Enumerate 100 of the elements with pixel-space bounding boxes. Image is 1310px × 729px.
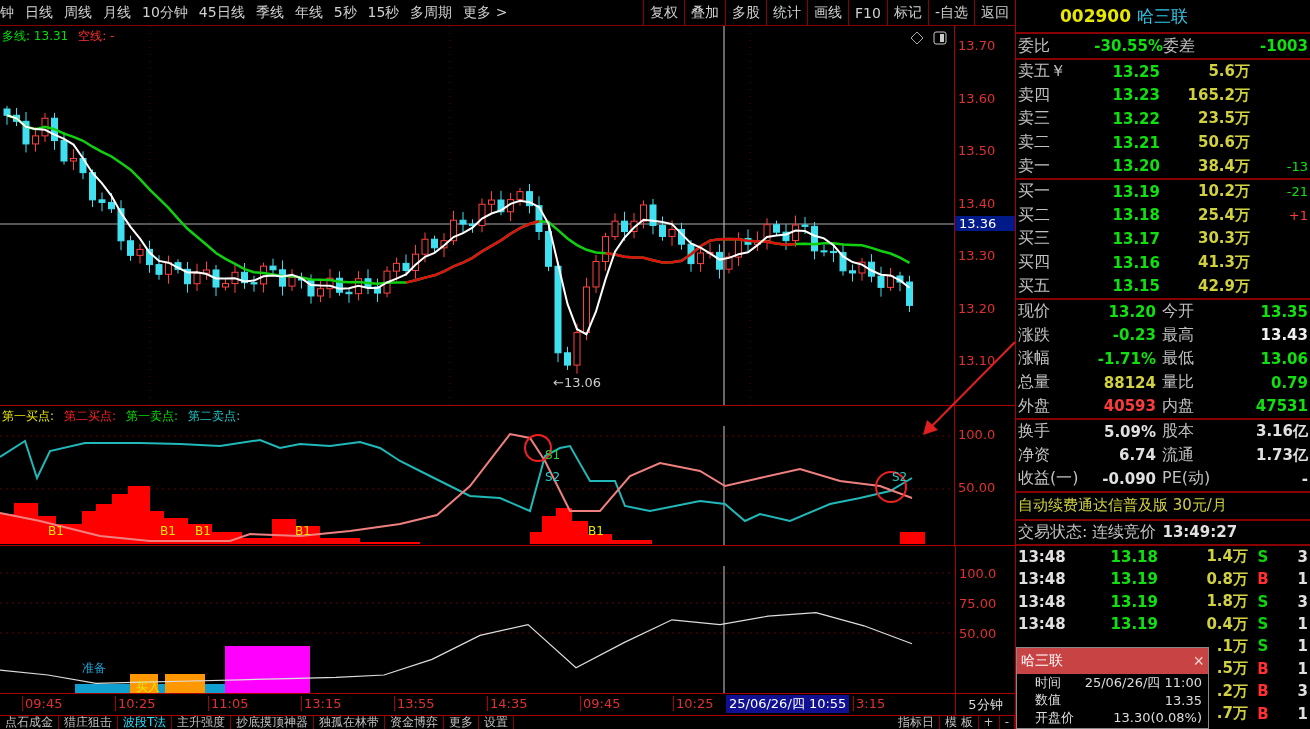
trade-side: B [1256,682,1270,701]
cursor-time: 25/06/26/四 10:55 [726,695,850,713]
legend-item: 第二卖点: [188,408,241,425]
trade-side: B [1256,570,1270,589]
legend-item: 多线: 13.31 [2,28,69,45]
trade-side: S [1256,547,1270,566]
field-label: 外盘 [1018,395,1051,417]
trade-volume: .2万 [1216,681,1248,700]
order-level: 买四 [1018,252,1051,274]
field-label: 流通 [1162,444,1195,466]
order-price: 13.15 [1111,277,1160,296]
field-value: -1003 [1259,37,1308,55]
tooltip-title: 哈三联 [1021,652,1063,670]
field-value: 1.73亿 [1255,445,1308,465]
axis-label: 13.40 [958,195,996,211]
order-volume: 23.5万 [1197,109,1250,129]
trade-count: 3 [1296,547,1308,566]
field-label: 最高 [1162,324,1195,346]
field-value: 3.16亿 [1255,422,1308,442]
order-volume: 10.2万 [1197,182,1250,202]
axis-label: 13.50 [958,143,996,158]
field-value: -30.55% [1093,37,1163,55]
axis-label: 13.70 [958,38,996,53]
tooltip-label: 时间 [1034,673,1061,692]
tooltip-label: 开盘价 [1034,708,1074,727]
order-level: 买二 [1018,204,1051,226]
field-value: 13.20 [1107,302,1157,321]
axis-label: 50.00 [958,480,996,495]
trade-side: S [1256,592,1270,611]
order-change: -21 [1285,184,1308,200]
axis-label: 09:45 [580,696,621,711]
field-value: - [1300,469,1308,488]
axis-label: 11:05 [208,696,249,711]
order-volume: 30.3万 [1197,229,1250,249]
trade-price: 13.19 [1110,592,1158,611]
field-value: 13.06 [1259,349,1308,368]
axis-label: 13.60 [958,90,996,106]
order-change: -13 [1285,158,1308,174]
stock-name: 哈三联 [1137,4,1188,28]
status-text: 交易状态: 连续竞价 [1018,521,1157,543]
order-price: 13.17 [1111,229,1160,248]
legend-item: 第一买点: [2,408,55,425]
order-price: 13.25 [1111,62,1160,81]
field-label: 委比 [1018,35,1051,57]
order-volume: 165.2万 [1186,85,1250,105]
signal-label: B1 [48,524,64,538]
field-label: 今开 [1162,301,1195,323]
trade-volume: .5万 [1216,659,1248,678]
trade-time: 13:48 [1018,592,1066,611]
axis-label: 13.10 [958,353,996,368]
order-level: 卖三 [1018,108,1051,130]
order-level: 买一 [1018,181,1051,203]
field-label: 股本 [1162,421,1195,443]
trade-count: 3 [1296,682,1308,701]
trade-count: 1 [1296,615,1308,634]
trade-price: 13.19 [1110,615,1158,634]
trade-time: 13:48 [1018,570,1066,589]
field-label: 内盘 [1162,395,1195,417]
trade-volume: 0.4万 [1206,614,1248,633]
field-label: 涨幅 [1018,348,1051,370]
field-label: 量比 [1162,372,1195,393]
field-label: 总量 [1018,372,1051,393]
cursor-price: 13.36 [955,216,1016,231]
field-label: 涨跌 [1018,324,1051,346]
signal-label: 准备 [82,660,106,677]
low-price-label: ←13.06 [553,375,602,390]
order-level: 卖一 [1018,155,1051,177]
order-volume: 25.4万 [1197,205,1250,225]
order-price: 13.19 [1111,182,1160,201]
axis-label: 09:45 [22,696,63,711]
order-level: 卖四 [1018,84,1051,106]
field-label: 现价 [1018,301,1051,323]
legend-item: 第二买点: [64,408,117,425]
axis-label: 13:15 [301,696,342,711]
trade-count: 1 [1296,570,1308,589]
trade-side: B [1256,704,1270,723]
tooltip-value: 13.35 [1164,692,1202,708]
axis-label: 13.20 [958,300,996,316]
order-level: 买五 [1018,275,1051,297]
axis-label: 75.00 [959,596,997,611]
field-value: 0.79 [1270,373,1308,392]
trade-time: 13:48 [1018,547,1066,566]
field-value: 13.43 [1259,326,1308,345]
order-price: 13.18 [1111,206,1160,225]
trade-side: B [1256,659,1270,678]
trade-volume: 1.4万 [1206,547,1248,566]
trade-volume: 1.8万 [1206,592,1248,611]
trade-volume: .7万 [1216,704,1248,723]
order-volume: 5.6万 [1207,62,1250,82]
field-value: 6.74 [1118,446,1157,465]
order-level: 卖二 [1018,132,1051,154]
field-label: 委差 [1163,35,1196,57]
trade-volume: .1万 [1216,636,1248,655]
tooltip-value: 13.30(0.08%) [1113,710,1202,726]
field-label: 净资 [1018,444,1051,466]
status-time: 13:49:27 [1162,523,1238,542]
trade-side: S [1256,615,1270,634]
stock-code: 002900 [1060,6,1131,26]
order-price: 13.23 [1111,86,1160,105]
order-price: 13.20 [1111,157,1160,176]
